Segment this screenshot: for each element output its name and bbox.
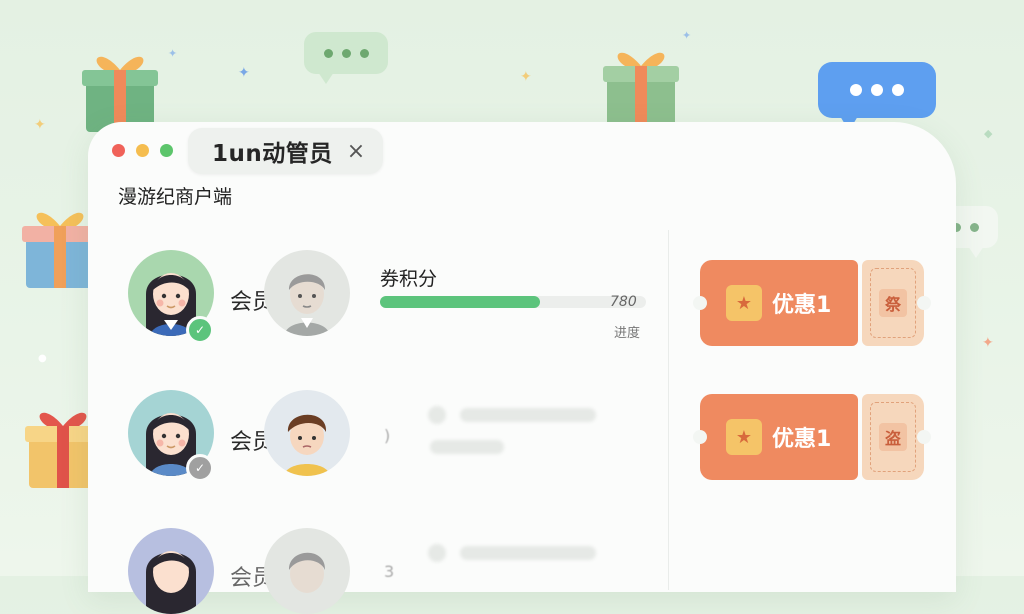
chat-bubble-icon xyxy=(304,32,388,84)
coupon-notch xyxy=(917,296,931,310)
close-window-button[interactable] xyxy=(112,144,125,157)
coupon-main[interactable]: ★ 优惠1 xyxy=(700,394,858,480)
pending-badge-icon: ✓ xyxy=(186,454,214,482)
avatar[interactable] xyxy=(264,528,350,614)
sparkle-icon: ✦ xyxy=(520,69,532,85)
coupon-main[interactable]: ★ 优惠1 xyxy=(700,260,858,346)
loading-placeholder xyxy=(460,546,596,560)
app-window: 1un动管员 × 漫游纪商户端 ✓ 会员 券积分 780 进度 ✓ 会员) 会… xyxy=(88,122,956,614)
avatar[interactable] xyxy=(264,250,350,336)
coupon-stub[interactable]: 盗 xyxy=(862,394,924,480)
coupon-notch xyxy=(693,296,707,310)
sparkle-icon: ✦ xyxy=(34,117,46,133)
gift-box-icon xyxy=(603,52,679,128)
tab-close-icon[interactable]: × xyxy=(347,139,365,164)
tab-title: 1un动管员 xyxy=(212,141,333,167)
sparkle-icon: ✦ xyxy=(982,335,994,351)
points-value: 780 xyxy=(610,294,637,310)
coupon-notch xyxy=(917,430,931,444)
minimize-window-button[interactable] xyxy=(136,144,149,157)
coupon-stamp: 祭 xyxy=(879,289,907,317)
page-subtitle: 漫游纪商户端 xyxy=(118,186,233,208)
star-icon: ★ xyxy=(726,419,762,455)
avatar[interactable] xyxy=(128,528,214,614)
points-progress-fill xyxy=(380,296,540,308)
coupon-label: 优惠1 xyxy=(772,427,832,452)
loading-placeholder xyxy=(430,440,504,454)
maximize-window-button[interactable] xyxy=(160,144,173,157)
loading-placeholder xyxy=(428,544,446,562)
sparkle-icon: ✦ xyxy=(682,29,692,42)
star-icon: ★ xyxy=(726,285,762,321)
points-title: 券积分 xyxy=(380,268,438,290)
verified-badge-icon: ✓ xyxy=(186,316,214,344)
coupon-stub[interactable]: 祭 xyxy=(862,260,924,346)
avatar[interactable] xyxy=(264,390,350,476)
loading-placeholder xyxy=(428,406,446,424)
coupon-label: 优惠1 xyxy=(772,293,832,318)
faint-text: ) xyxy=(384,426,391,445)
coupon-card[interactable]: ★ 优惠1 祭 xyxy=(693,260,931,346)
coupon-card[interactable]: ★ 优惠1 盗 xyxy=(693,394,931,480)
sparkle-icon: ● xyxy=(38,353,47,364)
loading-placeholder xyxy=(460,408,596,422)
sparkle-icon: ✦ xyxy=(238,65,250,81)
coupon-notch xyxy=(693,430,707,444)
coupon-stamp: 盗 xyxy=(879,423,907,451)
points-progress-bar xyxy=(380,296,646,308)
faint-text: 3 xyxy=(384,562,395,581)
tab-active[interactable]: 1un动管员 × xyxy=(188,128,384,174)
sparkle-icon: ◆ xyxy=(984,127,993,140)
progress-caption: 进度 xyxy=(614,326,641,341)
sparkle-icon: ✦ xyxy=(168,47,178,60)
chat-bubble-icon xyxy=(818,62,936,131)
panel-divider xyxy=(668,230,669,590)
